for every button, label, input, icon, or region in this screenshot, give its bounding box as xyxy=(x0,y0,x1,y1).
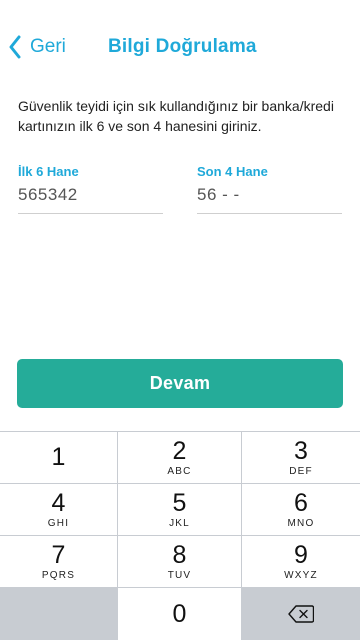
back-button[interactable]: Geri xyxy=(8,34,66,60)
key-0[interactable]: 0 xyxy=(118,588,241,640)
key-digit: 7 xyxy=(51,540,66,569)
key-digit: 0 xyxy=(172,599,187,628)
key-digit: 3 xyxy=(294,436,308,465)
nav-bar: Geri Bilgi Doğrulama xyxy=(0,0,360,90)
key-letters: JKL xyxy=(169,517,190,529)
key-letters: PQRS xyxy=(41,569,76,581)
key-blank xyxy=(0,588,117,640)
last4-input[interactable]: 56 - - xyxy=(197,185,342,205)
key-letters: TUV xyxy=(167,569,192,581)
first6-label: İlk 6 Hane xyxy=(18,164,79,179)
key-4[interactable]: 4 GHI xyxy=(0,484,117,535)
first6-input[interactable]: 565342 xyxy=(18,185,163,205)
key-digit: 5 xyxy=(172,488,187,517)
key-9[interactable]: 9 WXYZ xyxy=(242,536,360,587)
back-label: Geri xyxy=(30,36,66,57)
key-letters: WXYZ xyxy=(284,569,318,581)
key-6[interactable]: 6 MNO xyxy=(242,484,360,535)
key-digit: 2 xyxy=(172,436,187,465)
last4-label: Son 4 Hane xyxy=(197,164,268,179)
instruction-text: Güvenlik teyidi için sık kullandığınız b… xyxy=(18,98,334,134)
key-digit: 8 xyxy=(172,540,187,569)
key-7[interactable]: 7 PQRS xyxy=(0,536,117,587)
delete-key[interactable] xyxy=(242,588,360,640)
key-5[interactable]: 5 JKL xyxy=(118,484,241,535)
key-2[interactable]: 2 ABC xyxy=(118,432,241,483)
key-8[interactable]: 8 TUV xyxy=(118,536,241,587)
key-letters: MNO xyxy=(287,517,315,529)
last4-field[interactable]: Son 4 Hane 56 - - xyxy=(197,164,342,214)
numeric-keypad: 1 2 ABC 3 DEF 4 GHI 5 JKL 6 MNO 7 PQRS 8… xyxy=(0,431,360,640)
key-letters: GHI xyxy=(47,517,70,529)
first6-underline xyxy=(18,213,163,214)
key-letters: ABC xyxy=(167,465,192,477)
first6-field[interactable]: İlk 6 Hane 565342 xyxy=(18,164,163,214)
key-3[interactable]: 3 DEF xyxy=(242,432,360,483)
page-title: Bilgi Doğrulama xyxy=(108,36,257,57)
key-digit: 9 xyxy=(294,540,308,569)
backspace-icon xyxy=(288,605,314,623)
continue-button[interactable]: Devam xyxy=(17,359,343,408)
key-digit: 1 xyxy=(51,443,66,471)
last4-underline xyxy=(197,213,342,214)
key-digit: 4 xyxy=(51,488,66,517)
key-1[interactable]: 1 xyxy=(0,432,117,483)
key-letters: DEF xyxy=(289,465,313,477)
chevron-left-icon xyxy=(9,35,21,59)
key-digit: 6 xyxy=(294,488,308,517)
